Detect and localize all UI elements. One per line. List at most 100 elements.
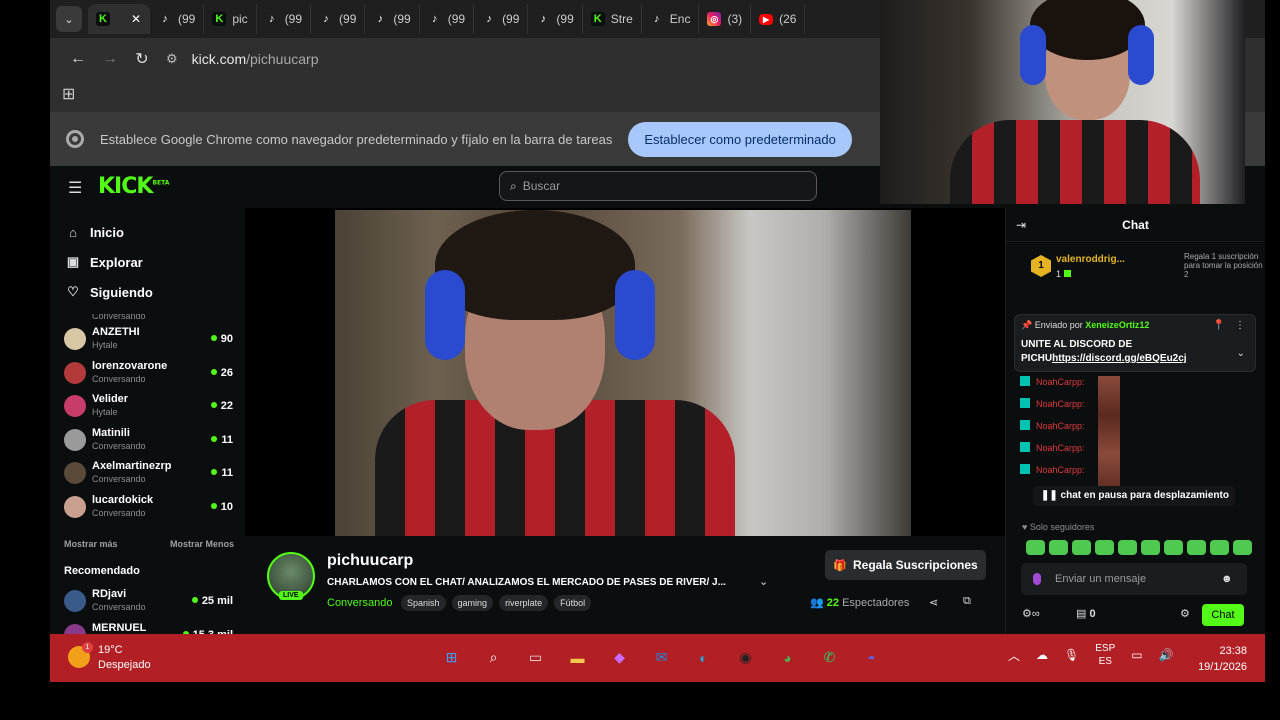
tab-7[interactable]: ♪ (99: [474, 4, 529, 34]
send-chat-button[interactable]: Chat: [1202, 604, 1244, 626]
tab-4[interactable]: ♪ (99: [311, 4, 366, 34]
emote-button[interactable]: [1072, 540, 1091, 555]
show-less-button[interactable]: Mostrar Menos: [170, 539, 234, 549]
close-tab-icon[interactable]: ✕: [131, 12, 141, 26]
show-more-button[interactable]: Mostrar más: [64, 539, 118, 549]
chevron-down-icon[interactable]: ⌄: [1237, 348, 1245, 359]
stream-category[interactable]: Conversando: [327, 597, 392, 609]
chat-username[interactable]: NoahCarpp: [1036, 443, 1082, 453]
chat-message[interactable]: NoahCarpp:: [1020, 376, 1085, 390]
emote-button[interactable]: [1095, 540, 1114, 555]
outlook-icon[interactable]: ✉: [646, 642, 677, 673]
task-view-icon[interactable]: ▭: [520, 642, 551, 673]
tab-0[interactable]: K ✕: [88, 4, 150, 34]
emote-button[interactable]: [1187, 540, 1206, 555]
gifter-name[interactable]: valenroddrig...: [1056, 254, 1125, 265]
chat-paused-notice[interactable]: ❚❚ chat en pausa para desplazamiento: [1033, 486, 1235, 506]
share-icon[interactable]: ⋖: [929, 596, 938, 609]
chevron-up-icon[interactable]: ︿: [1008, 647, 1020, 664]
edge-icon[interactable]: ◐: [688, 642, 719, 673]
tab-5[interactable]: ♪ (99: [365, 4, 420, 34]
channel-list-item[interactable]: Axelmartinezrp Conversando 11: [50, 456, 245, 490]
emote-button[interactable]: [1210, 540, 1229, 555]
channel-list-item[interactable]: lorenzovarone Conversando 26: [50, 356, 245, 390]
forward-button[interactable]: →: [94, 50, 126, 68]
tag-chip[interactable]: riverplate: [499, 595, 549, 611]
channel-name[interactable]: pichuucarp: [327, 552, 413, 570]
emote-button[interactable]: [1233, 540, 1252, 555]
tag-chip[interactable]: gaming: [451, 595, 494, 611]
site-settings-icon[interactable]: ⚙: [166, 51, 178, 67]
channel-list-item[interactable]: lucardokick Conversando 10: [50, 490, 245, 524]
clip-icon[interactable]: ⧉: [963, 595, 971, 608]
tag-chip[interactable]: Spanish: [401, 595, 446, 611]
gift-subs-button[interactable]: 🎁 Regala Suscripciones: [825, 550, 986, 580]
chat-username[interactable]: NoahCarpp: [1036, 465, 1082, 475]
copilot-icon[interactable]: ◆: [604, 642, 635, 673]
tab-12[interactable]: ▶ (26: [751, 4, 806, 34]
channel-list-item[interactable]: ANZETHI Hytale 90: [50, 322, 245, 356]
unpin-icon[interactable]: 📍: [1213, 320, 1225, 331]
tab-2[interactable]: Kpic: [204, 4, 257, 34]
more-options-icon[interactable]: ⋮: [1235, 320, 1245, 331]
mic-icon[interactable]: [1033, 573, 1041, 585]
pinned-by-user[interactable]: XeneizeOrtiz12: [1085, 320, 1149, 330]
tag-chip[interactable]: Fútbol: [554, 595, 592, 611]
chat-settings-icon[interactable]: ⚙: [1180, 607, 1190, 620]
url-field[interactable]: ⚙ kick.com/pichuucarp: [166, 51, 319, 67]
chat-username[interactable]: NoahCarpp: [1036, 421, 1082, 431]
obs-icon[interactable]: ◉: [730, 642, 761, 673]
channel-list-item[interactable]: Velider Hytale 22: [50, 389, 245, 423]
apps-grid-icon[interactable]: ⊞: [62, 86, 75, 103]
channel-list-item[interactable]: Matinili Conversando 11: [50, 423, 245, 457]
chevron-down-icon[interactable]: ⌄: [759, 575, 768, 588]
start-icon[interactable]: ⊞: [436, 642, 467, 673]
chat-input[interactable]: [1055, 573, 1215, 585]
video-player[interactable]: [245, 208, 1005, 536]
weather-widget[interactable]: 1 19°C Despejado: [68, 642, 158, 674]
search-icon[interactable]: ⌕: [478, 642, 509, 673]
mic-muted-icon[interactable]: 🎙: [1064, 648, 1079, 662]
cloud-icon[interactable]: ☁: [1036, 648, 1048, 662]
file-explorer-icon[interactable]: ▬: [562, 642, 593, 673]
tab-1[interactable]: ♪ (99: [150, 4, 205, 34]
set-default-button[interactable]: Establecer como predeterminado: [628, 121, 852, 157]
emote-button[interactable]: [1164, 540, 1183, 555]
discord-icon[interactable]: ◓: [856, 642, 887, 673]
whatsapp-icon[interactable]: ✆: [814, 642, 845, 673]
tab-9[interactable]: K Stre: [583, 4, 642, 34]
emote-button[interactable]: [1118, 540, 1137, 555]
volume-icon[interactable]: 🔊: [1159, 648, 1174, 662]
search-input[interactable]: [522, 179, 793, 193]
search-bar[interactable]: ⌕: [499, 171, 817, 201]
language-indicator[interactable]: ESP ES: [1095, 642, 1115, 668]
nav-home[interactable]: ⌂ Inicio: [50, 217, 245, 247]
chat-message[interactable]: NoahCarpp:: [1020, 420, 1085, 434]
chat-message[interactable]: NoahCarpp:: [1020, 464, 1085, 478]
tab-10[interactable]: ♪ Enc: [642, 4, 700, 34]
tab-6[interactable]: ♪ (99: [420, 4, 475, 34]
emote-button[interactable]: [1141, 540, 1160, 555]
chat-username[interactable]: NoahCarpp: [1036, 377, 1082, 387]
nav-following[interactable]: ♡ Siguiendo: [50, 277, 245, 307]
tab-8[interactable]: ♪ (99: [528, 4, 583, 34]
chat-message[interactable]: NoahCarpp:: [1020, 398, 1085, 412]
channel-list-item[interactable]: RDjavi Conversando 25 mil: [50, 584, 245, 618]
stream-video[interactable]: [335, 210, 911, 536]
menu-icon[interactable]: ☰: [68, 178, 82, 198]
chat-input-box[interactable]: ☻: [1021, 563, 1247, 595]
nav-browse[interactable]: ▣ Explorar: [50, 247, 245, 277]
chrome-icon[interactable]: ◕: [772, 642, 803, 673]
kick-logo[interactable]: KICKBETA: [98, 174, 169, 199]
gift-prompt[interactable]: Regala 1 suscripción para tomar la posic…: [1184, 252, 1264, 279]
tab-11[interactable]: ◎ (3): [699, 4, 752, 34]
chat-message[interactable]: NoahCarpp:: [1020, 442, 1085, 456]
network-icon[interactable]: ▭: [1131, 648, 1142, 662]
back-button[interactable]: ←: [62, 50, 94, 68]
emote-button[interactable]: [1049, 540, 1068, 555]
emote-button[interactable]: [1026, 540, 1045, 555]
chat-username[interactable]: NoahCarpp: [1036, 399, 1082, 409]
tab-search-button[interactable]: ⌄: [56, 6, 82, 32]
pinned-link[interactable]: https://discord.gg/eBQEu2cj: [1052, 353, 1186, 364]
reload-button[interactable]: ↻: [126, 49, 158, 69]
